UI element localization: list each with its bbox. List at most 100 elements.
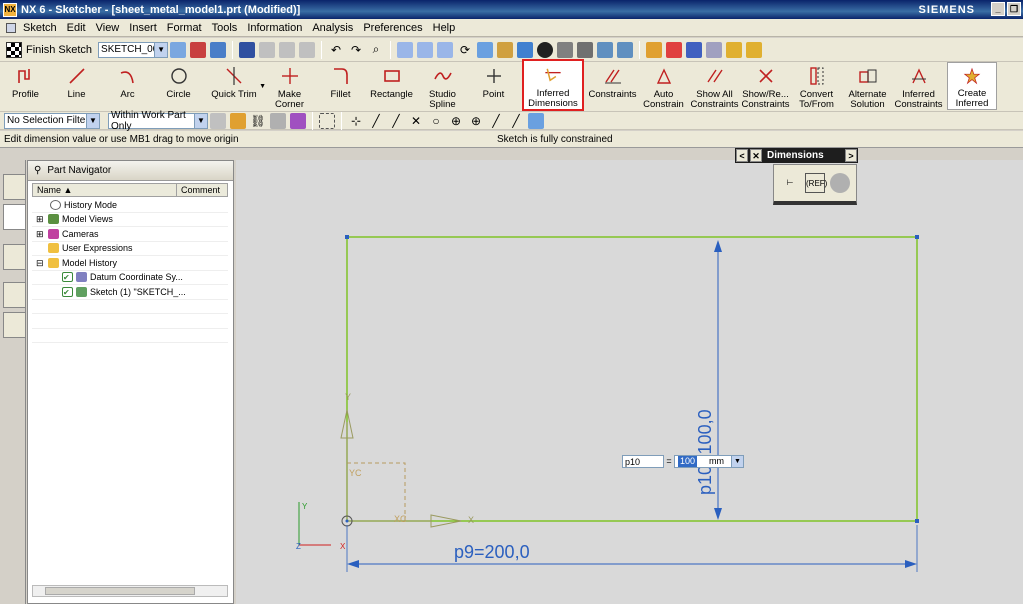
checkbox-icon[interactable]: ✔ bbox=[62, 272, 73, 283]
cut-icon[interactable] bbox=[259, 41, 276, 58]
selection-filter-combo[interactable]: No Selection Filter ▼ bbox=[4, 112, 100, 129]
wcs-icon[interactable] bbox=[617, 41, 634, 58]
fillet-tool[interactable]: Fillet bbox=[315, 62, 366, 110]
menu-format[interactable]: Format bbox=[162, 22, 207, 34]
tree-row[interactable]: User Expressions bbox=[32, 242, 228, 256]
assembly-navigator-tab[interactable] bbox=[3, 174, 25, 200]
fit-icon[interactable] bbox=[397, 41, 414, 58]
collapse-icon[interactable]: ⊟ bbox=[36, 256, 48, 270]
sketch-rectangle[interactable] bbox=[346, 236, 918, 522]
select-body-icon[interactable] bbox=[290, 112, 306, 129]
snap-view-icon[interactable] bbox=[597, 41, 614, 58]
tree-row[interactable]: ⊞ Model Views bbox=[32, 213, 228, 227]
menu-view[interactable]: View bbox=[91, 22, 125, 34]
pin-icon[interactable]: ⚲ bbox=[34, 165, 41, 176]
alternate-solution-tool[interactable]: Alternate Solution bbox=[842, 62, 893, 110]
make-corner-tool[interactable]: Make Corner bbox=[264, 62, 315, 110]
menu-help[interactable]: Help bbox=[428, 22, 461, 34]
origin-point[interactable] bbox=[345, 519, 349, 523]
tree-row[interactable]: ⊟ Model History bbox=[32, 256, 228, 271]
restore-button[interactable]: ❐ bbox=[1007, 2, 1021, 16]
chevron-right-icon[interactable]: > bbox=[845, 149, 857, 162]
snap-point-icon[interactable] bbox=[666, 41, 683, 58]
menu-insert[interactable]: Insert bbox=[124, 22, 162, 34]
vertex-point[interactable] bbox=[915, 235, 919, 239]
background-icon[interactable] bbox=[537, 41, 554, 58]
rectangle-tool[interactable]: Rectangle bbox=[366, 62, 417, 110]
menu-analysis[interactable]: Analysis bbox=[307, 22, 358, 34]
select-feature-icon[interactable] bbox=[270, 112, 286, 129]
zoom-icon[interactable] bbox=[417, 41, 434, 58]
history-tab[interactable] bbox=[3, 282, 25, 308]
tree-row[interactable]: History Mode bbox=[32, 198, 228, 213]
tree-row[interactable]: ✔ Datum Coordinate Sy... bbox=[32, 271, 228, 285]
chevron-left-icon[interactable]: < bbox=[736, 149, 748, 162]
web-browser-tab[interactable] bbox=[3, 244, 25, 270]
line-tool[interactable]: Line bbox=[51, 62, 102, 110]
material-icon[interactable] bbox=[557, 41, 574, 58]
circle-tool[interactable]: Circle bbox=[153, 62, 204, 110]
tree-row[interactable]: ✔ Sketch (1) "SKETCH_... bbox=[32, 285, 228, 300]
name-column-header[interactable]: Name ▲ bbox=[33, 184, 177, 196]
undo-icon[interactable]: ↶ bbox=[328, 42, 344, 58]
show-hide-icon[interactable] bbox=[686, 41, 703, 58]
chevron-down-icon[interactable]: ▼ bbox=[86, 113, 99, 128]
filter-options-icon[interactable] bbox=[210, 112, 226, 129]
reference-dimension-button[interactable]: (REF) bbox=[805, 173, 827, 193]
save-icon[interactable] bbox=[239, 41, 256, 58]
command-finder-icon[interactable]: ⌕ bbox=[368, 42, 384, 58]
constraints-tool[interactable]: Constraints bbox=[587, 62, 638, 110]
snap-arc-center-icon[interactable]: ○ bbox=[428, 113, 444, 129]
expand-icon[interactable]: ⊞ bbox=[36, 227, 48, 241]
studio-spline-tool[interactable]: Studio Spline bbox=[417, 62, 468, 110]
profile-tool[interactable]: Profile bbox=[0, 62, 51, 110]
inferred-dimensions-tool[interactable]: Inferred Dimensions bbox=[522, 59, 584, 111]
menu-information[interactable]: Information bbox=[242, 22, 307, 34]
vertex-point[interactable] bbox=[345, 235, 349, 239]
part-navigator-tab[interactable] bbox=[3, 204, 25, 230]
tree-row[interactable]: ⊞ Cameras bbox=[32, 227, 228, 242]
pan-icon[interactable] bbox=[477, 41, 494, 58]
show-all-constraints-tool[interactable]: Show All Constraints bbox=[689, 62, 740, 110]
vertex-point[interactable] bbox=[915, 519, 919, 523]
layer-icon[interactable] bbox=[577, 41, 594, 58]
menu-preferences[interactable]: Preferences bbox=[358, 22, 427, 34]
reattach-icon[interactable] bbox=[190, 41, 207, 58]
snap-existing-icon[interactable]: ⊕ bbox=[468, 113, 484, 129]
auto-constrain-tool[interactable]: Auto Constrain bbox=[638, 62, 689, 110]
zoom-in-out-icon[interactable] bbox=[437, 41, 454, 58]
perspective-icon[interactable] bbox=[497, 41, 514, 58]
comment-column-header[interactable]: Comment bbox=[177, 184, 220, 196]
chevron-down-icon[interactable]: ▼ bbox=[154, 42, 168, 57]
create-inferred-tool[interactable]: Create Inferred bbox=[947, 62, 997, 110]
snap-point-on-curve-icon[interactable]: ╱ bbox=[488, 113, 504, 129]
convert-to-from-tool[interactable]: Convert To/From bbox=[791, 62, 842, 110]
quick-trim-tool[interactable]: Quick Trim ▼ bbox=[204, 62, 266, 110]
snap-control-icon[interactable]: ╱ bbox=[388, 113, 404, 129]
render-style-icon[interactable] bbox=[517, 41, 534, 58]
menu-sketch[interactable]: Sketch bbox=[18, 22, 62, 34]
dimension-name-field[interactable]: p10 bbox=[622, 454, 664, 468]
ruler-icon[interactable] bbox=[746, 41, 763, 58]
animate-dimension-icon[interactable] bbox=[830, 173, 850, 193]
point-tool[interactable]: Point bbox=[468, 62, 519, 110]
expand-icon[interactable]: ⊞ bbox=[36, 213, 48, 227]
minimize-button[interactable]: _ bbox=[991, 2, 1005, 16]
checkbox-icon[interactable]: ✔ bbox=[62, 286, 73, 297]
sketch-view[interactable]: Y X YC XC Y X Z p10=100,0 p9=200,0 bbox=[236, 160, 1023, 604]
redo-icon[interactable]: ↷ bbox=[348, 42, 364, 58]
snap-midpoint-icon[interactable]: ╱ bbox=[368, 113, 384, 129]
dimension-value[interactable]: 100 bbox=[678, 455, 698, 467]
dimension-value-field[interactable]: 100 mm ▼ bbox=[674, 454, 744, 468]
arc-tool[interactable]: Arc bbox=[102, 62, 153, 110]
nx-app-icon[interactable]: NX bbox=[3, 2, 17, 17]
graphics-window[interactable]: Y X YC XC Y X Z p10=100,0 p9=200,0 bbox=[236, 160, 1023, 604]
snap-bounded-icon[interactable] bbox=[528, 112, 544, 129]
sketch-tools-icon[interactable] bbox=[210, 41, 227, 58]
measure-icon[interactable] bbox=[706, 41, 723, 58]
menu-tools[interactable]: Tools bbox=[207, 22, 243, 34]
rotate-icon[interactable]: ⟳ bbox=[457, 42, 473, 58]
scrollbar-thumb[interactable] bbox=[45, 587, 195, 595]
finish-sketch-button[interactable]: Finish Sketch bbox=[6, 41, 92, 58]
chevron-down-icon[interactable]: ▼ bbox=[731, 455, 743, 467]
